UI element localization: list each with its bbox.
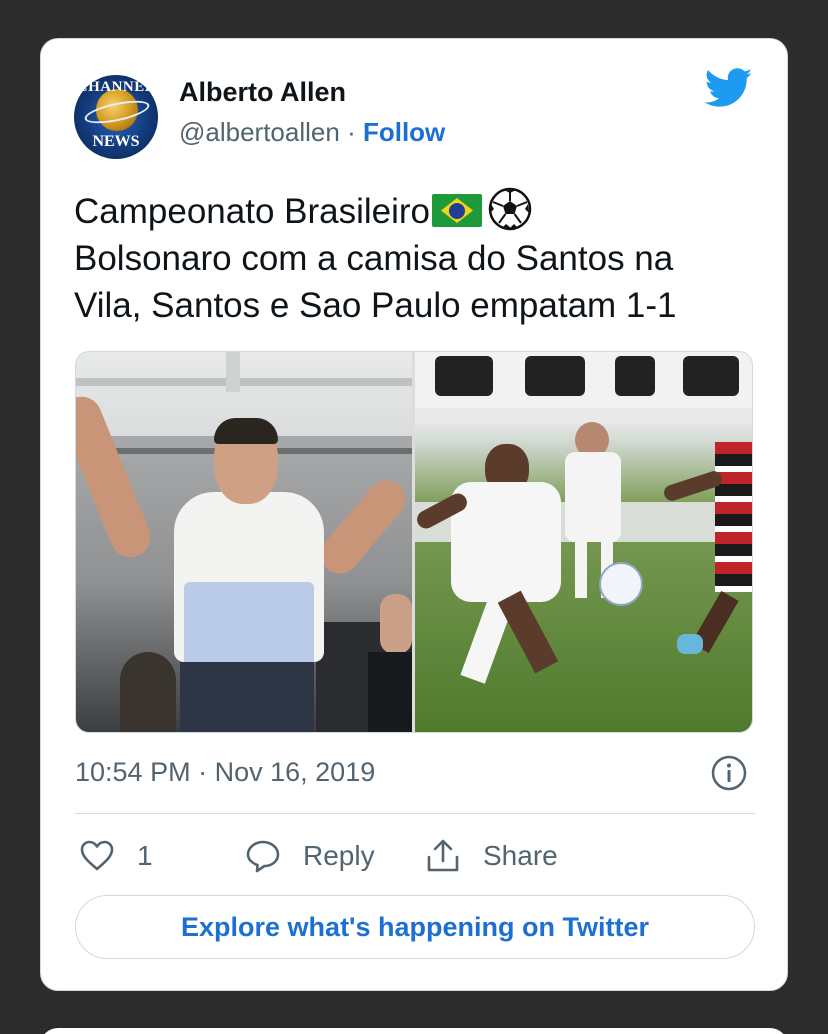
page: CHANNEL NEWS Alberto Allen @albertoallen…: [0, 0, 828, 1034]
tweet-card: CHANNEL NEWS Alberto Allen @albertoallen…: [40, 38, 788, 991]
tweet-time: 10:54 PM: [75, 757, 191, 787]
author-name[interactable]: Alberto Allen: [179, 77, 346, 108]
photo-soccer-match[interactable]: [413, 352, 752, 732]
photo-fan-in-stands[interactable]: [76, 352, 413, 732]
soccer-ball-icon: [488, 187, 532, 231]
tweet-line-2: Bolsonaro com a camisa do Santos na: [74, 239, 674, 278]
avatar[interactable]: CHANNEL NEWS: [74, 75, 158, 159]
share-icon: [427, 839, 459, 872]
handle-separator: ·: [347, 117, 356, 147]
reply-label: Reply: [303, 840, 375, 871]
share-button[interactable]: Share: [425, 831, 558, 881]
divider: [75, 813, 755, 814]
like-count: 1: [137, 840, 153, 871]
action-bar: 1 Reply Share: [75, 831, 755, 881]
tweet-line-3: Vila, Santos e Sao Paulo empatam 1-1: [74, 286, 677, 325]
tweet-line-1: Campeonato Brasileiro: [74, 187, 764, 235]
handle-row: @albertoallen · Follow: [179, 117, 445, 148]
author-handle[interactable]: @albertoallen: [179, 117, 340, 147]
twitter-bird-icon[interactable]: [705, 67, 753, 109]
avatar-text-bottom: NEWS: [92, 133, 140, 150]
info-icon[interactable]: [711, 755, 747, 791]
brazil-flag-icon: [432, 194, 483, 227]
tweet-timestamp[interactable]: 10:54 PM · Nov 16, 2019: [75, 757, 375, 788]
next-tweet-card: [40, 1028, 788, 1034]
share-label: Share: [483, 840, 558, 871]
explore-button[interactable]: Explore what's happening on Twitter: [75, 895, 755, 959]
reply-button[interactable]: Reply: [245, 831, 375, 881]
reply-bubble-icon: [246, 840, 280, 873]
media-grid: [75, 351, 753, 733]
avatar-text-top: CHANNEL: [76, 79, 156, 95]
follow-link[interactable]: Follow: [363, 117, 445, 147]
tweet-date: Nov 16, 2019: [214, 757, 376, 787]
time-separator: ·: [198, 757, 208, 787]
like-button[interactable]: 1: [79, 831, 153, 881]
tweet-text: Campeonato Brasileiro Bolsonaro com a ca…: [74, 187, 764, 329]
tweet-line-1-text: Campeonato Brasileiro: [74, 192, 431, 231]
heart-icon: [80, 840, 114, 871]
